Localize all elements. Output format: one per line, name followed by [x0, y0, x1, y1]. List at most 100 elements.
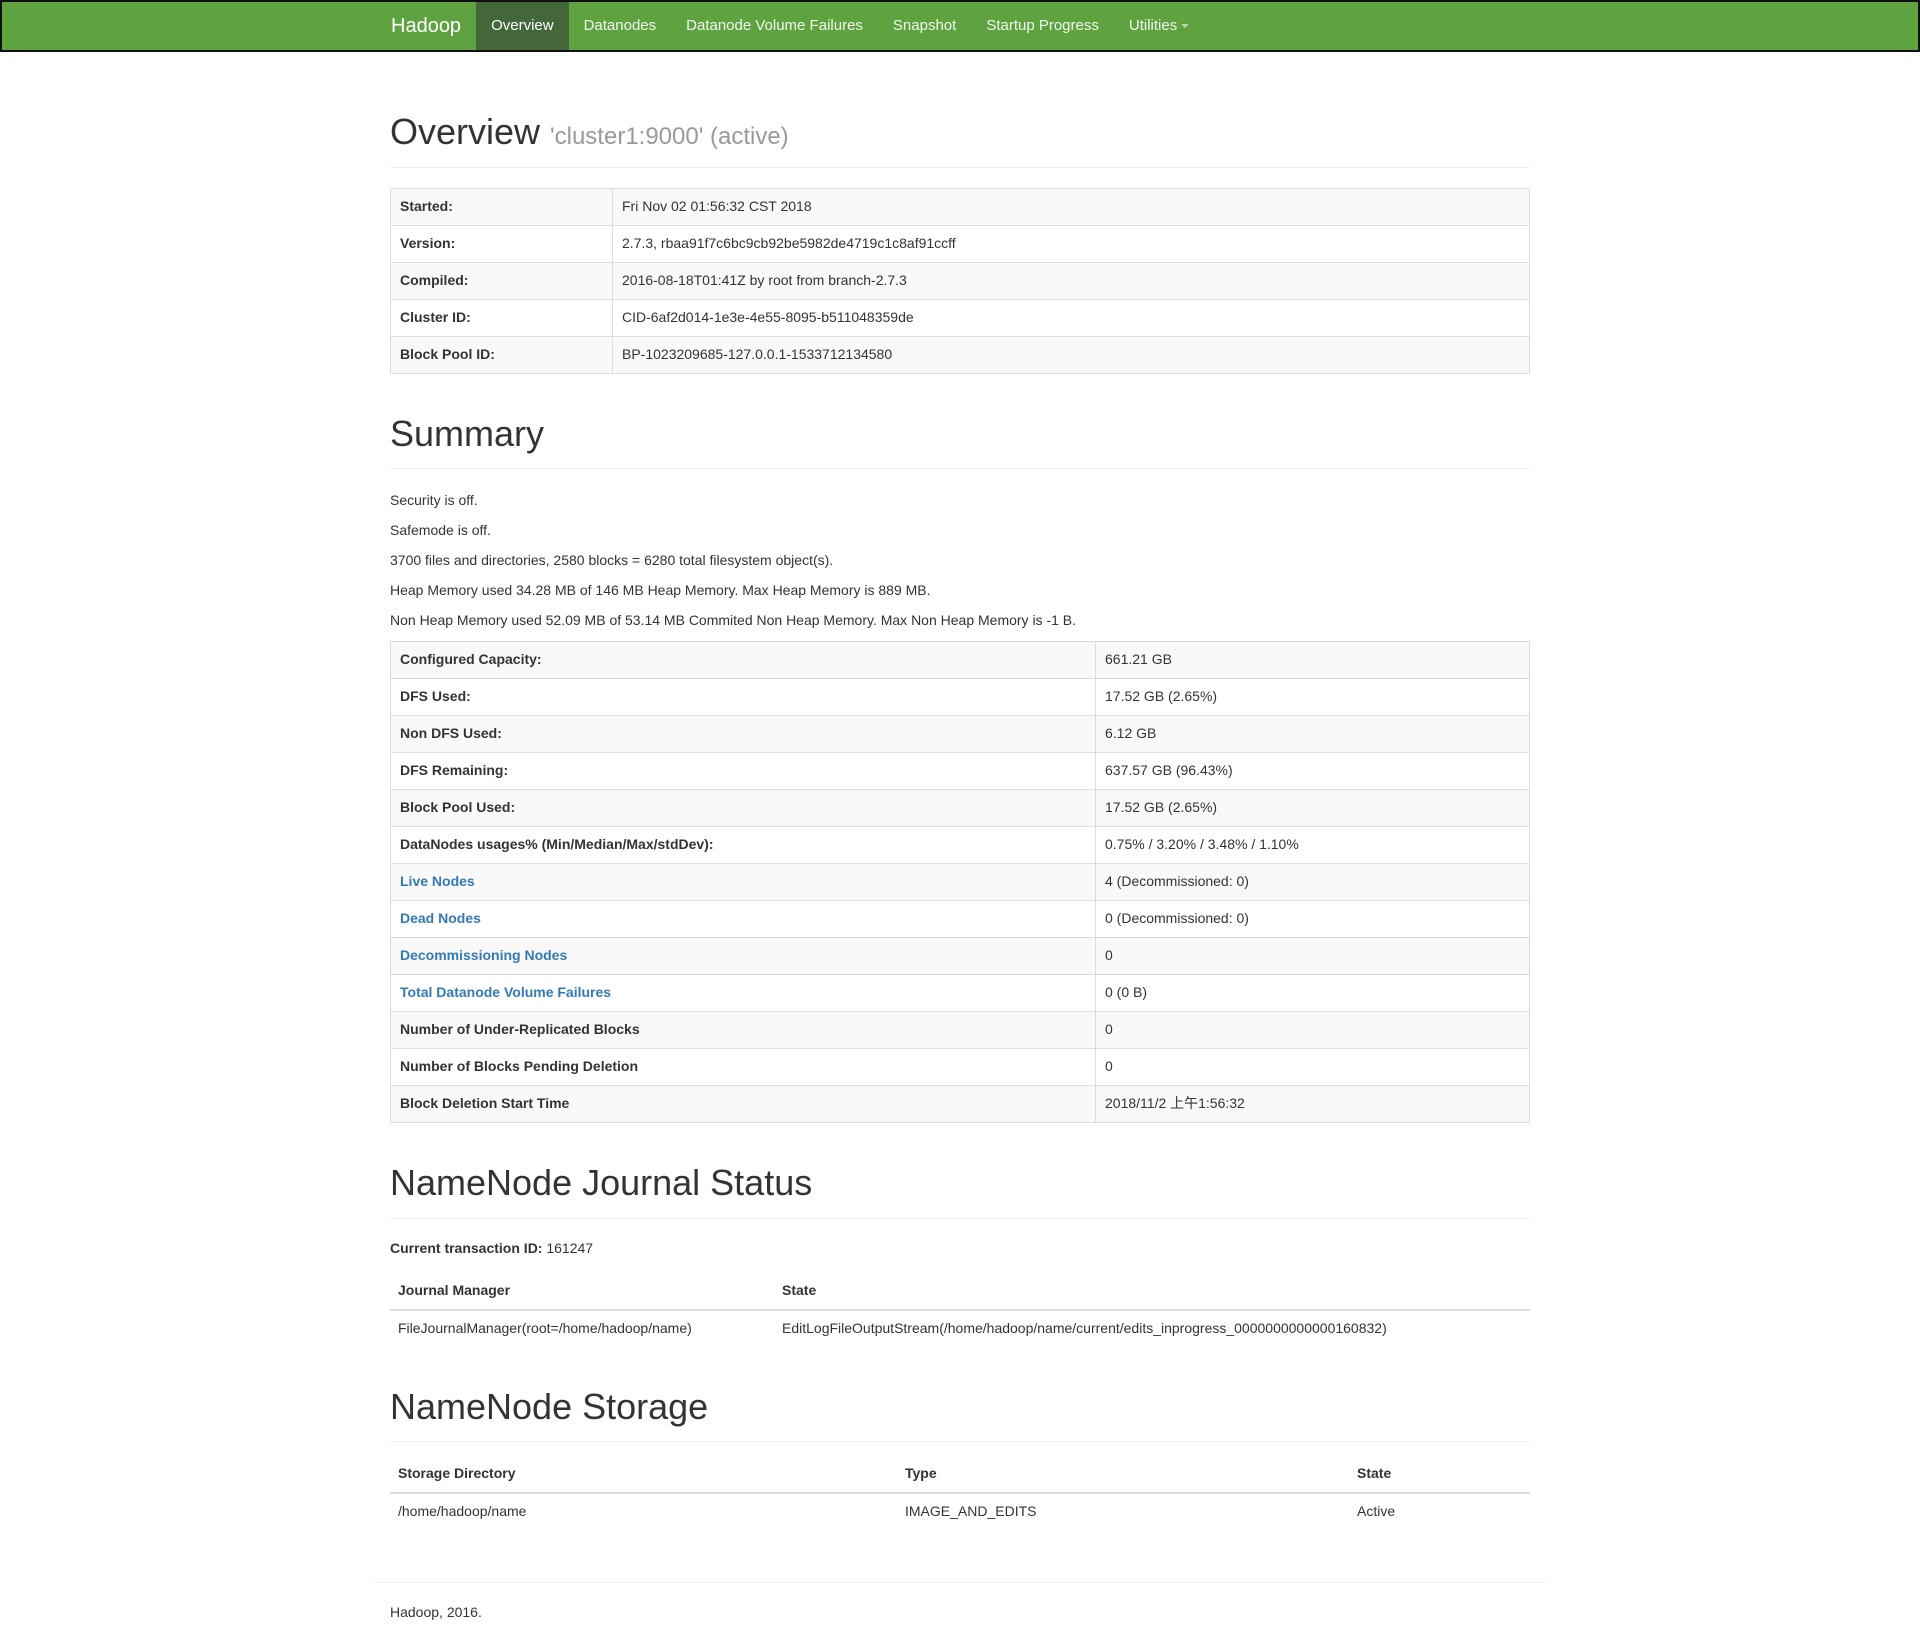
row-value: 2.7.3, rbaa91f7c6bc9cb92be5982de4719c1c8…	[612, 224, 1530, 263]
table-header-row: Storage Directory Type State	[390, 1456, 1530, 1495]
current-transaction-id: Current transaction ID: 161247	[390, 1239, 1530, 1259]
row-value: 661.21 GB	[1095, 641, 1530, 680]
table-header-row: Journal Manager State	[390, 1272, 1530, 1311]
decommissioning-nodes-link[interactable]: Decommissioning Nodes	[400, 947, 567, 963]
table-row: Number of Blocks Pending Deletion 0	[390, 1048, 1530, 1087]
storage-table: Storage Directory Type State /home/hadoo…	[390, 1456, 1530, 1531]
heap-memory: Heap Memory used 34.28 MB of 146 MB Heap…	[390, 582, 931, 599]
summary-lines: Security is off. Safemode is off. 3700 f…	[390, 491, 1530, 631]
row-value: 0	[1095, 1048, 1530, 1087]
row-value: 0 (0 B)	[1095, 974, 1530, 1013]
table-row: Compiled: 2016-08-18T01:41Z by root from …	[390, 261, 1530, 300]
table-row: FileJournalManager(root=/home/hadoop/nam…	[390, 1309, 1530, 1347]
table-row: DataNodes usages% (Min/Median/Max/stdDev…	[390, 826, 1530, 865]
table-row: Decommissioning Nodes 0	[390, 937, 1530, 976]
row-label: Number of Under-Replicated Blocks	[390, 1011, 1096, 1050]
table-row: Non DFS Used: 6.12 GB	[390, 715, 1530, 754]
table-row: /home/hadoop/name IMAGE_AND_EDITS Active	[390, 1492, 1530, 1531]
row-label: DFS Remaining:	[390, 752, 1096, 791]
summary-title: Summary	[390, 412, 545, 454]
summary-table: Configured Capacity: 661.21 GB DFS Used: 1…	[390, 641, 1530, 1124]
col-state: State	[774, 1272, 1530, 1311]
row-value: 2016-08-18T01:41Z by root from branch-2.…	[612, 261, 1530, 300]
txid-label: Current transaction ID:	[390, 1239, 543, 1256]
overview-title: Overview 'cluster1:9000' (active)	[390, 112, 1530, 152]
table-row: DFS Used: 17.52 GB (2.65%)	[390, 678, 1530, 717]
footer-text: Hadoop, 2016.	[390, 1604, 482, 1620]
row-value: 637.57 GB (96.43%)	[1095, 752, 1530, 791]
row-label: Non DFS Used:	[390, 715, 1096, 754]
row-label: Version:	[390, 224, 613, 263]
volume-failures-link[interactable]: Total Datanode Volume Failures	[400, 984, 611, 1000]
storage-header: NameNode Storage	[390, 1387, 1530, 1443]
main-container: Overview 'cluster1:9000' (active) Starte…	[390, 52, 1530, 1531]
security-status: Security is off.	[390, 492, 478, 509]
row-label: DataNodes usages% (Min/Median/Max/stdDev…	[390, 826, 1096, 865]
table-row: Total Datanode Volume Failures 0 (0 B)	[390, 974, 1530, 1013]
row-label: Compiled:	[390, 261, 613, 300]
row-value: 0	[1095, 1011, 1530, 1050]
row-value: Fri Nov 02 01:56:32 CST 2018	[612, 187, 1530, 226]
table-row: Dead Nodes 0 (Decommissioned: 0)	[390, 900, 1530, 939]
table-row: Cluster ID: CID-6af2d014-1e3e-4e55-8095-b…	[390, 298, 1530, 337]
summary-header: Summary	[390, 412, 1530, 470]
row-value: 0 (Decommissioned: 0)	[1095, 900, 1530, 939]
row-label: Configured Capacity:	[390, 641, 1096, 680]
row-value: 6.12 GB	[1095, 715, 1530, 754]
storage-state-cell: Active	[1349, 1492, 1530, 1531]
nav-startup-progress[interactable]: Startup Progress	[971, 2, 1114, 50]
row-label: Cluster ID:	[390, 298, 613, 337]
overview-table: Started: Fri Nov 02 01:56:32 CST 2018 Ver…	[390, 187, 1530, 374]
live-nodes-link[interactable]: Live Nodes	[400, 873, 475, 889]
row-value: 17.52 GB (2.65%)	[1095, 789, 1530, 828]
row-label: Started:	[390, 187, 613, 226]
journal-manager-cell: FileJournalManager(root=/home/hadoop/nam…	[390, 1309, 774, 1347]
journal-table: Journal Manager State FileJournalManager…	[390, 1272, 1530, 1347]
table-row: Block Pool ID: BP-1023209685-127.0.0.1-15…	[390, 335, 1530, 374]
storage-title: NameNode Storage	[390, 1385, 709, 1427]
journal-header: NameNode Journal Status	[390, 1163, 1530, 1219]
table-row: Started: Fri Nov 02 01:56:32 CST 2018	[390, 187, 1530, 226]
row-value: 0	[1095, 937, 1530, 976]
nav-datanode-volume-failures[interactable]: Datanode Volume Failures	[671, 2, 878, 50]
col-type: Type	[897, 1456, 1349, 1495]
table-row: Block Pool Used: 17.52 GB (2.65%)	[390, 789, 1530, 828]
row-value: BP-1023209685-127.0.0.1-1533712134580	[612, 335, 1530, 374]
row-label: DFS Used:	[390, 678, 1096, 717]
col-storage-directory: Storage Directory	[390, 1456, 897, 1495]
table-row: Number of Under-Replicated Blocks 0	[390, 1011, 1530, 1050]
nav-datanodes[interactable]: Datanodes	[569, 2, 672, 50]
row-value: 2018/11/2 上午1:56:32	[1095, 1085, 1530, 1124]
journal-state-cell: EditLogFileOutputStream(/home/hadoop/nam…	[774, 1309, 1530, 1347]
table-row: Configured Capacity: 661.21 GB	[390, 641, 1530, 680]
top-navbar: Hadoop Overview Datanodes Datanode Volum…	[0, 0, 1920, 52]
dead-nodes-link[interactable]: Dead Nodes	[400, 910, 481, 926]
storage-directory-cell: /home/hadoop/name	[390, 1492, 897, 1531]
brand-link[interactable]: Hadoop	[376, 2, 476, 50]
txid-value: 161247	[546, 1239, 594, 1256]
col-journal-manager: Journal Manager	[390, 1272, 774, 1311]
row-label: Block Pool Used:	[390, 789, 1096, 828]
row-label: Number of Blocks Pending Deletion	[390, 1048, 1096, 1087]
row-label: Block Pool ID:	[390, 335, 613, 374]
filesystem-objects: 3700 files and directories, 2580 blocks …	[390, 552, 834, 569]
row-value: 17.52 GB (2.65%)	[1095, 678, 1530, 717]
col-state: State	[1349, 1456, 1530, 1495]
row-value: CID-6af2d014-1e3e-4e55-8095-b511048359de	[612, 298, 1530, 337]
overview-header: Overview 'cluster1:9000' (active)	[390, 112, 1530, 168]
table-row: Version: 2.7.3, rbaa91f7c6bc9cb92be5982de…	[390, 224, 1530, 263]
nav-utilities-label: Utilities	[1128, 17, 1178, 35]
caret-down-icon	[1181, 24, 1190, 28]
nav-utilities-dropdown[interactable]: Utilities	[1114, 2, 1204, 50]
nav-snapshot[interactable]: Snapshot	[878, 2, 971, 50]
row-label: Block Deletion Start Time	[390, 1085, 1096, 1124]
nav-overview[interactable]: Overview	[476, 2, 569, 50]
row-value: 4 (Decommissioned: 0)	[1095, 863, 1530, 902]
journal-title: NameNode Journal Status	[390, 1162, 813, 1204]
table-row: DFS Remaining: 637.57 GB (96.43%)	[390, 752, 1530, 791]
row-value: 0.75% / 3.20% / 3.48% / 1.10%	[1095, 826, 1530, 865]
storage-type-cell: IMAGE_AND_EDITS	[897, 1492, 1349, 1531]
safemode-status: Safemode is off.	[390, 522, 491, 539]
table-row: Block Deletion Start Time 2018/11/2 上午1:5…	[390, 1085, 1530, 1124]
overview-subtitle: 'cluster1:9000' (active)	[550, 123, 789, 150]
